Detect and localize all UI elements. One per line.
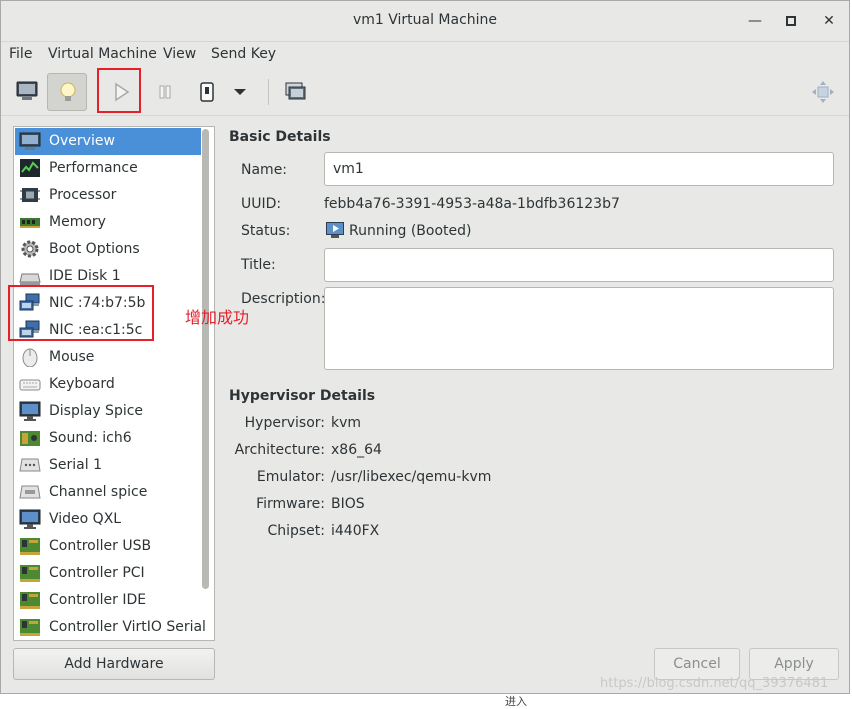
title-bar[interactable]: vm1 Virtual Machine — ✕ [1, 1, 849, 42]
mouse-icon [22, 348, 38, 367]
performance-icon [20, 159, 40, 177]
lightbulb-icon [60, 82, 76, 101]
power-icon [200, 82, 214, 102]
memory-icon [20, 218, 40, 228]
shutdown-button[interactable] [187, 73, 227, 111]
sidebar-item-video-qxl[interactable]: Video QXL [15, 506, 201, 533]
running-icon [326, 222, 344, 238]
window-title: vm1 Virtual Machine [352, 12, 498, 28]
name-label: Name: [241, 162, 288, 178]
controller-icon [20, 619, 40, 636]
status-value: Running (Booted) [349, 223, 472, 239]
minimize-icon[interactable]: — [745, 11, 765, 31]
controller-icon [20, 538, 40, 555]
monitor-icon [19, 401, 41, 421]
sidebar-item-boot-options[interactable]: Boot Options [15, 236, 201, 263]
chevron-down-icon [234, 89, 246, 95]
annotation-text: 增加成功 [185, 308, 250, 327]
emulator-value: /usr/libexec/qemu-kvm [331, 469, 492, 485]
list-scrollbar[interactable] [202, 129, 211, 638]
snapshots-icon [285, 82, 306, 100]
menu-bar: File Virtual Machine View Send Key [1, 41, 849, 69]
chipset-label: Chipset: [267, 523, 325, 539]
sidebar-item-memory[interactable]: Memory [15, 209, 201, 236]
bottom-text-fragment: 进入 [505, 695, 527, 708]
sidebar-item-mouse[interactable]: Mouse [15, 344, 201, 371]
snapshots-button[interactable] [275, 73, 315, 111]
scrollbar-thumb[interactable] [202, 129, 209, 589]
maximize-icon[interactable] [781, 11, 801, 31]
menu-virtual-machine[interactable]: Virtual Machine [48, 46, 157, 62]
sidebar-item-controller-virtio-serial[interactable]: Controller VirtIO Serial [15, 614, 206, 640]
fullscreen-icon [812, 81, 834, 103]
gear-icon [21, 240, 39, 258]
shutdown-menu-button[interactable] [225, 73, 255, 111]
emulator-label: Emulator: [256, 469, 325, 485]
chipset-value: i440FX [331, 523, 380, 539]
name-value: vm1 [333, 161, 364, 177]
sidebar-item-controller-pci[interactable]: Controller PCI [15, 560, 201, 587]
disk-icon [19, 273, 41, 285]
uuid-label: UUID: [241, 196, 282, 212]
sidebar-item-controller-ide[interactable]: Controller IDE [15, 587, 201, 614]
monitor-icon [16, 81, 38, 100]
uuid-value: febb4a76-3391-4953-a48a-1bdfb36123b7 [324, 196, 620, 212]
controller-icon [20, 592, 40, 609]
architecture-value: x86_64 [331, 442, 382, 458]
description-field[interactable] [324, 287, 834, 370]
sidebar-item-keyboard[interactable]: Keyboard [15, 371, 201, 398]
sidebar-item-controller-usb[interactable]: Controller USB [15, 533, 201, 560]
sidebar-item-serial[interactable]: Serial 1 [15, 452, 201, 479]
keyboard-icon [19, 379, 41, 391]
hardware-list[interactable]: Overview Performance Processor Memory Bo… [13, 126, 215, 641]
pause-button[interactable] [145, 73, 185, 111]
basic-details-heading: Basic Details [229, 129, 331, 145]
sound-icon [20, 431, 40, 446]
nic-highlight-box [8, 285, 154, 341]
monitor-icon [19, 509, 41, 529]
title-field[interactable] [324, 248, 834, 282]
sidebar-item-display-spice[interactable]: Display Spice [15, 398, 201, 425]
description-label: Description: [241, 291, 326, 307]
firmware-value: BIOS [331, 496, 365, 512]
run-highlight-box [97, 68, 141, 113]
controller-icon [20, 565, 40, 582]
firmware-label: Firmware: [256, 496, 325, 512]
sidebar-item-channel-spice[interactable]: Channel spice [15, 479, 201, 506]
toolbar-separator [268, 79, 269, 105]
menu-send-key[interactable]: Send Key [211, 46, 276, 62]
status-label: Status: [241, 223, 291, 239]
close-icon[interactable]: ✕ [819, 11, 839, 31]
sidebar-item-sound[interactable]: Sound: ich6 [15, 425, 201, 452]
add-hardware-button[interactable]: Add Hardware [13, 648, 215, 680]
pause-icon [159, 85, 171, 99]
details-button[interactable] [47, 73, 87, 111]
title-label: Title: [241, 257, 276, 273]
overview-icon [19, 132, 41, 150]
serial-icon [19, 458, 41, 472]
sidebar-item-performance[interactable]: Performance [15, 155, 201, 182]
name-field[interactable]: vm1 [324, 152, 834, 186]
sidebar-item-overview[interactable]: Overview [15, 128, 201, 155]
channel-icon [19, 485, 41, 499]
fullscreen-button[interactable] [803, 73, 843, 111]
menu-view[interactable]: View [163, 46, 196, 62]
hypervisor-label: Hypervisor: [244, 415, 325, 431]
sidebar-item-processor[interactable]: Processor [15, 182, 201, 209]
watermark: https://blog.csdn.net/qq_39376481 [600, 676, 829, 691]
hypervisor-value: kvm [331, 415, 362, 431]
architecture-label: Architecture: [234, 442, 325, 458]
processor-icon [20, 188, 40, 202]
hypervisor-details-heading: Hypervisor Details [229, 388, 376, 404]
menu-file[interactable]: File [9, 46, 32, 62]
console-button[interactable] [7, 73, 47, 111]
